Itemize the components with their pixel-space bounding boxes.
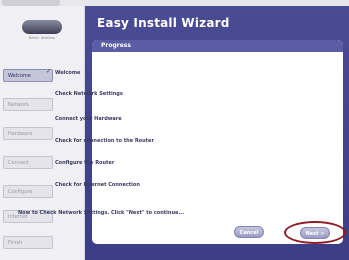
progress-item-check-router: Check for connection to the Router	[55, 138, 154, 144]
sidebar-step-hardware[interactable]: Hardware	[3, 127, 53, 140]
progress-item-check-internet: Check for Internet Connection	[55, 182, 140, 188]
instruction-text: Now to Check Network Settings. Click "Ne…	[18, 210, 185, 216]
progress-item-check-network: Check Network Settings	[55, 91, 123, 97]
panel-title: Progress	[92, 40, 343, 52]
sidebar-step-configure[interactable]: Configure	[3, 185, 53, 198]
sidebar: Belkin Wireless Welcome Network Hardware…	[0, 6, 85, 260]
sidebar-step-finish[interactable]: Finish	[3, 236, 53, 249]
cancel-button[interactable]: Cancel	[234, 226, 264, 238]
sidebar-step-network[interactable]: Network	[3, 98, 53, 111]
sidebar-step-connect[interactable]: Connect	[3, 156, 53, 169]
belkin-logo-icon	[22, 20, 62, 34]
progress-item-connect-hardware: Connect your Hardware	[55, 116, 122, 122]
progress-item-welcome: Welcome	[55, 70, 81, 76]
check-icon: ✓	[46, 68, 52, 75]
logo-caption: Belkin Wireless	[28, 36, 56, 40]
progress-item-configure-router: Configure the Router	[55, 160, 115, 166]
wizard-title: Easy Install Wizard	[97, 16, 230, 30]
next-highlight-ring	[284, 221, 346, 244]
